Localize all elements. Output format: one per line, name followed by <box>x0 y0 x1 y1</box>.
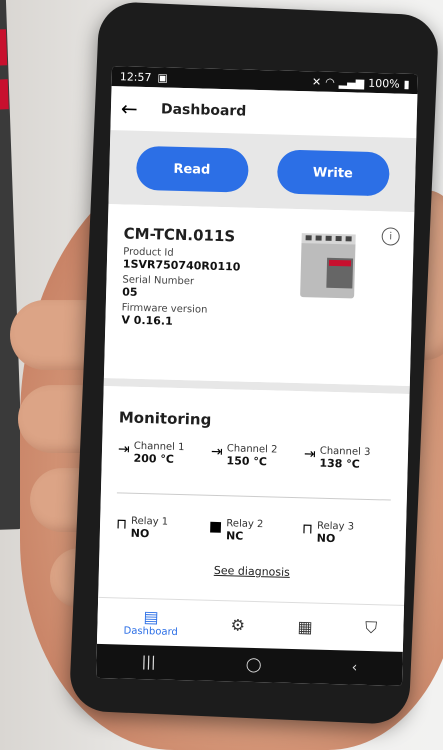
relays-row: ⊓ Relay 1 NO ■ Relay 2 NC ⊓ Relay 3 NO <box>116 515 391 546</box>
device-image <box>300 233 356 299</box>
nav-dashboard-label: Dashboard <box>123 625 178 639</box>
relay-2: ■ Relay 2 NC <box>209 518 298 544</box>
relay-1: ⊓ Relay 1 NO <box>116 515 205 541</box>
phone-screen: 12:57 ▣ ✕ ◠ ▂▄▆ 100% ▮ ← Dashboard Read … <box>96 66 418 686</box>
battery-icon: ▮ <box>403 77 410 91</box>
product-card: i CM-TCN.011S Product Id 1SVR750740R0110… <box>103 204 415 387</box>
recent-apps-icon[interactable]: ||| <box>141 654 156 670</box>
action-bar: Read Write <box>108 130 417 213</box>
bottom-navigation: ▤ Dashboard ⚙ ▦ ⛉ <box>96 596 405 652</box>
relay-open-icon: ⊓ <box>115 516 128 533</box>
monitoring-title: Monitoring <box>118 408 212 429</box>
app-bar: ← Dashboard <box>110 86 418 139</box>
mute-icon: ✕ <box>311 74 322 89</box>
relay-value: NO <box>130 526 150 541</box>
back-arrow-icon[interactable]: ← <box>121 96 152 121</box>
status-time: 12:57 <box>119 69 152 84</box>
monitoring-divider <box>116 492 391 501</box>
channel-1: ⇥ Channel 1 200 °C <box>118 440 207 466</box>
channel-value: 150 °C <box>226 454 268 469</box>
dashboard-icon: ▤ <box>143 607 159 627</box>
device-icon: ▦ <box>297 616 313 637</box>
relay-closed-icon: ■ <box>208 518 223 536</box>
gear-icon: ⚙ <box>230 614 246 635</box>
notification-icon: ▣ <box>157 70 169 85</box>
nav-security[interactable]: ⛉ <box>365 618 378 638</box>
see-diagnosis-link[interactable]: See diagnosis <box>115 561 389 581</box>
read-button[interactable]: Read <box>135 145 249 193</box>
background-device-label <box>0 29 8 67</box>
wifi-icon: ◠ <box>325 75 335 89</box>
channel-input-icon: ⇥ <box>117 441 130 458</box>
battery-percent: 100% <box>368 76 400 91</box>
channel-input-icon: ⇥ <box>210 443 223 461</box>
home-icon[interactable]: ◯ <box>246 657 262 673</box>
channel-value: 200 °C <box>133 451 175 466</box>
channel-input-icon: ⇥ <box>303 446 316 463</box>
write-button[interactable]: Write <box>276 149 390 197</box>
signal-icon: ▂▄▆ <box>338 75 365 90</box>
channel-3: ⇥ Channel 3 138 °C <box>304 445 393 471</box>
nav-device[interactable]: ▦ <box>297 617 313 636</box>
shield-icon: ⛉ <box>364 617 378 638</box>
back-icon[interactable]: ‹ <box>351 660 357 676</box>
relay-value: NO <box>316 531 336 546</box>
page-title: Dashboard <box>160 101 247 120</box>
background-device-label-2 <box>0 79 9 111</box>
nav-settings[interactable]: ⚙ <box>230 615 245 634</box>
relay-3: ⊓ Relay 3 NO <box>302 520 391 546</box>
nav-dashboard[interactable]: ▤ Dashboard <box>123 607 178 638</box>
channel-2: ⇥ Channel 2 150 °C <box>211 443 300 469</box>
relay-value: NC <box>225 529 244 543</box>
relay-open-icon: ⊓ <box>301 521 314 538</box>
channel-value: 138 °C <box>319 456 361 471</box>
channels-row: ⇥ Channel 1 200 °C ⇥ Channel 2 150 °C ⇥ … <box>118 440 393 471</box>
